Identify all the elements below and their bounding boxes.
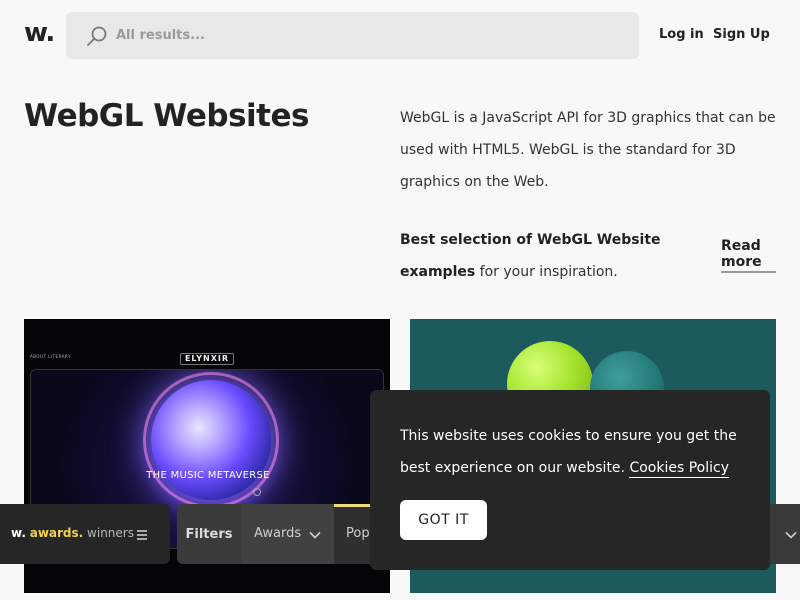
login-link[interactable]: Log in: [659, 27, 704, 42]
page-title: WebGL Websites: [24, 98, 309, 134]
search-input[interactable]: [116, 12, 616, 59]
sort-dropdown[interactable]: s: [762, 504, 800, 564]
awards-brand: w. awards. winners: [11, 526, 134, 540]
search-icon: [87, 26, 107, 46]
popular-dropdown[interactable]: Pop: [334, 504, 370, 564]
read-more-link[interactable]: Read more: [721, 238, 776, 273]
filters-button[interactable]: Filters: [177, 504, 241, 564]
awards-winners-menu[interactable]: w. awards. winners: [0, 504, 170, 564]
site-logo[interactable]: w.: [24, 18, 55, 48]
card-site-brand: ELYNXIR: [180, 353, 234, 365]
cookie-banner: This website uses cookies to ensure you …: [370, 390, 770, 570]
menu-icon[interactable]: [136, 529, 148, 541]
awards-brand-awards: awards.: [29, 526, 84, 540]
best-selection-text: Best selection of WebGL Website examples…: [400, 224, 718, 288]
awards-dropdown-label: Awards: [254, 526, 302, 541]
page-description: WebGL is a JavaScript API for 3D graphic…: [400, 110, 776, 190]
awards-dropdown[interactable]: Awards: [241, 504, 334, 564]
signup-link[interactable]: Sign Up: [713, 27, 770, 42]
search-bar[interactable]: [66, 12, 639, 59]
awards-brand-w: w.: [11, 526, 26, 540]
card-site-headline: THE MUSIC METAVERSE: [146, 470, 270, 481]
scroll-indicator-icon: [253, 488, 261, 496]
cookie-message: This website uses cookies to ensure you …: [400, 420, 750, 484]
chevron-down-icon: [309, 531, 321, 539]
got-it-button[interactable]: GOT IT: [400, 500, 487, 540]
filter-panel: Filters Awards Pop: [177, 504, 370, 564]
best-selection-rest: for your inspiration.: [475, 264, 618, 280]
popular-dropdown-label: Pop: [346, 526, 370, 541]
header: w. Log in Sign Up: [0, 0, 800, 72]
card-site-nav: ABOUT LITERARY: [30, 354, 71, 359]
cookies-policy-link[interactable]: Cookies Policy: [629, 460, 729, 478]
awards-brand-winners: winners: [87, 526, 134, 540]
chevron-down-icon: [785, 531, 797, 539]
